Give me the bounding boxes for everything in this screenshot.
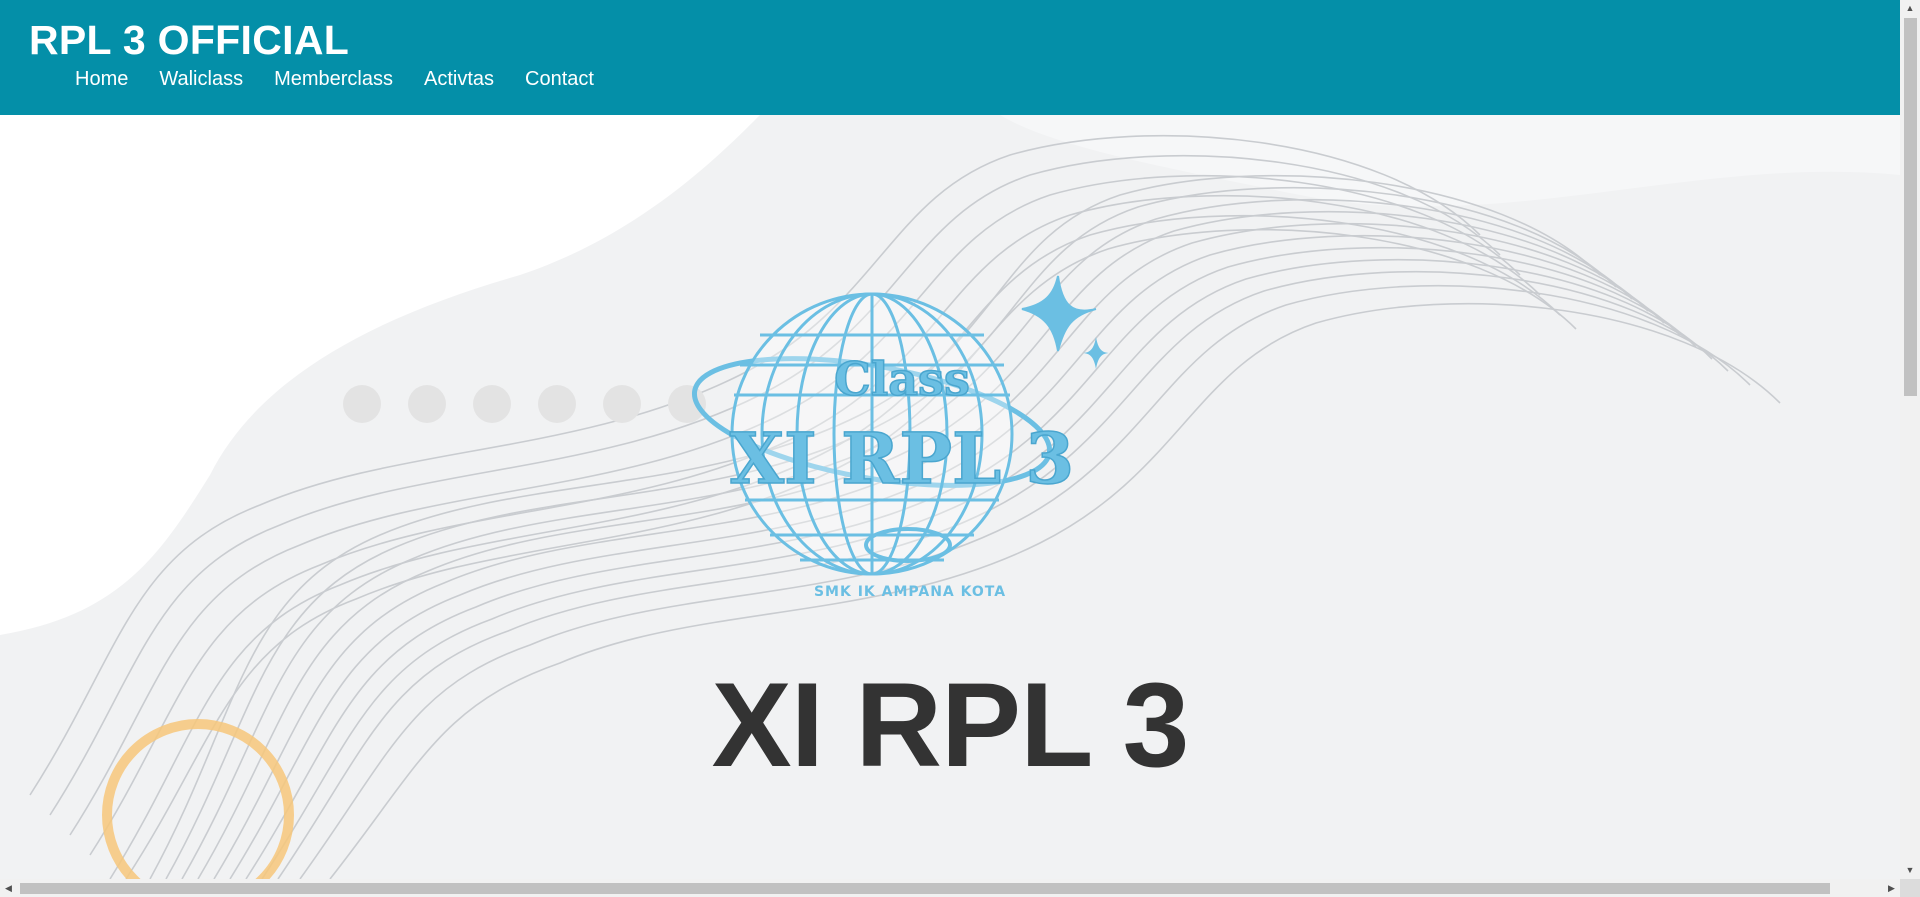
vertical-scroll-thumb[interactable] (1904, 18, 1917, 396)
logo-school-text: SMK IK AMPANA KOTA (814, 584, 1006, 600)
arrow-up-icon[interactable]: ▲ (1900, 0, 1920, 17)
brand-title[interactable]: RPL 3 OFFICIAL (29, 16, 349, 64)
arrow-left-icon[interactable]: ◀ (0, 879, 17, 897)
horizontal-scroll-thumb[interactable] (20, 883, 1830, 894)
nav-waliclass-link[interactable]: Waliclass (159, 66, 243, 92)
scrollbar-corner (1900, 879, 1920, 897)
arrow-down-icon[interactable]: ▼ (1900, 862, 1920, 879)
hero-title: XI RPL 3 (711, 658, 1190, 792)
hero-section: Class XI RPL 3 SMK IK AMPANA KOTA XI RPL… (0, 115, 1900, 879)
nav-home-link[interactable]: Home (75, 66, 128, 92)
site-header: RPL 3 OFFICIAL Home Waliclass Memberclas… (0, 0, 1900, 115)
logo-rpl-text: XI RPL 3 (730, 417, 1075, 500)
arrow-right-icon[interactable]: ▶ (1883, 879, 1900, 897)
nav-activtas-link[interactable]: Activtas (424, 66, 494, 92)
vertical-scrollbar[interactable]: ▲ ▼ (1900, 0, 1920, 879)
main-nav: Home Waliclass Memberclass Activtas Cont… (75, 66, 625, 92)
browser-viewport: RPL 3 OFFICIAL Home Waliclass Memberclas… (0, 0, 1920, 897)
nav-contact-link[interactable]: Contact (525, 66, 594, 92)
logo-class-text: Class (834, 352, 970, 406)
horizontal-scrollbar[interactable]: ◀ ▶ (0, 879, 1900, 897)
nav-memberclass-link[interactable]: Memberclass (274, 66, 393, 92)
